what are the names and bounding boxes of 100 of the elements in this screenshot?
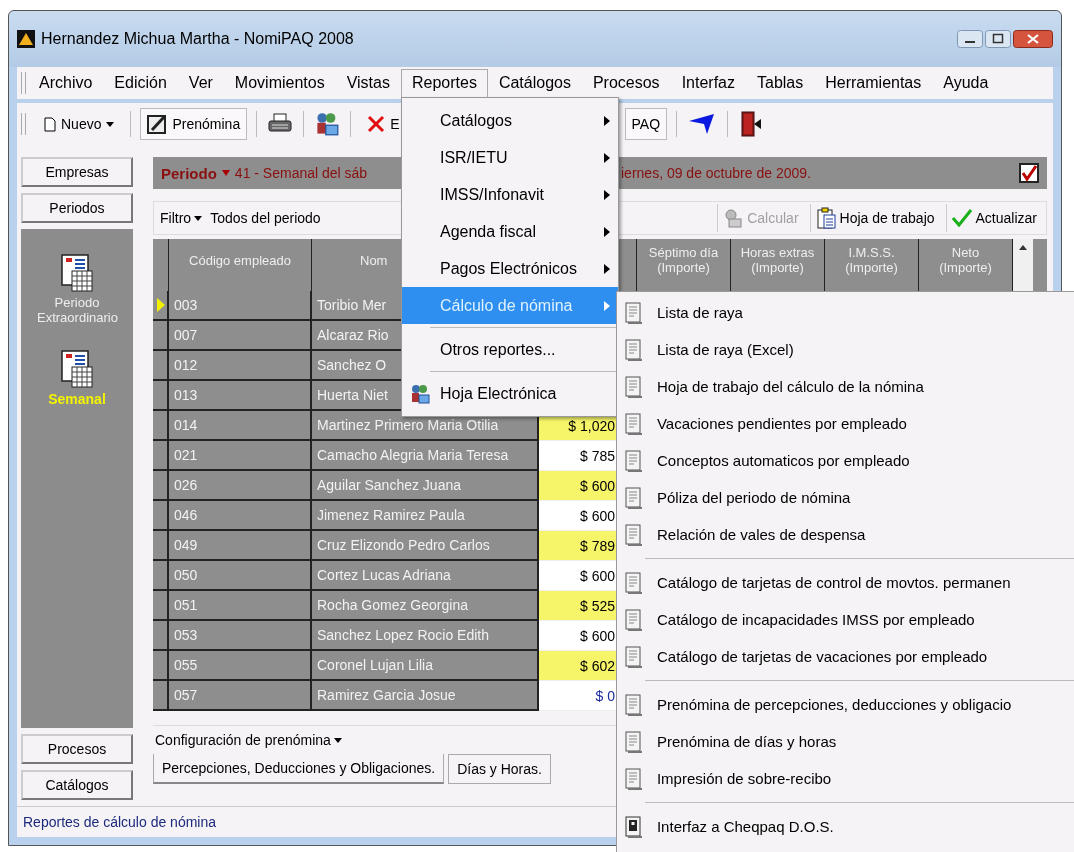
tab[interactable]: Días y Horas. — [448, 754, 551, 784]
spreadsheet-icon — [409, 383, 430, 404]
sidebar-button[interactable]: Periodos — [21, 193, 133, 223]
toolbar-button[interactable]: PAQ — [624, 108, 668, 140]
filter-dropdown[interactable]: Filtro — [158, 208, 205, 228]
calendar-book-icon[interactable] — [60, 349, 94, 389]
table-cell: $ 789 — [539, 531, 617, 561]
submenu-arrow-icon — [603, 152, 610, 163]
sidebar-button[interactable]: Catálogos — [21, 770, 133, 800]
menu-entry[interactable]: Catálogo de incapacidades IMSS por empleado — [656, 611, 975, 628]
tab[interactable]: Percepciones, Deducciones y Obligaciones. — [153, 754, 445, 784]
maximize-icon[interactable] — [985, 30, 1011, 48]
caret-icon — [333, 737, 342, 743]
menu-entry[interactable]: Hoja de trabajo del cálculo de la nómina — [656, 378, 924, 395]
status-text: Reportes de cálculo de nómina — [23, 814, 216, 830]
prenomina-button[interactable]: Prenómina — [140, 108, 248, 140]
menu-entry[interactable]: Póliza del periodo de nómina — [656, 489, 851, 506]
caret-icon — [194, 215, 203, 221]
caret-icon — [106, 121, 115, 127]
menu-item[interactable]: Vistas — [335, 69, 401, 97]
table-cell: 046 — [169, 501, 312, 531]
table-cell: 014 — [169, 411, 312, 441]
menu-entry[interactable]: IMSS/Infonavit — [401, 176, 618, 213]
menu-item[interactable]: Procesos — [581, 69, 671, 97]
menu-entry[interactable]: ISR/IETU — [401, 139, 618, 176]
table-cell: 057 — [169, 681, 312, 711]
menu-item[interactable]: Interfaz — [670, 69, 746, 97]
table-cell: 026 — [169, 471, 312, 501]
table-cell: 049 — [169, 531, 312, 561]
scroll-up-icon[interactable] — [1019, 245, 1027, 250]
menu-item[interactable]: Ayuda — [932, 69, 1000, 97]
document-icon — [44, 116, 56, 132]
menu-entry[interactable]: Interfaz a Cheqpaq D.O.S. — [656, 818, 834, 835]
table-cell: Cruz Elizondo Pedro Carlos — [312, 531, 539, 561]
menu-item[interactable]: Ver — [177, 69, 224, 97]
menu-entry[interactable]: Relación de vales de despensa — [656, 526, 866, 543]
close-icon[interactable] — [1013, 30, 1053, 48]
menu-entry[interactable]: Pagos Electrónicos — [401, 250, 618, 287]
scrollbar[interactable] — [1013, 239, 1033, 291]
menu-item[interactable]: Archivo — [28, 69, 104, 97]
menu-entry[interactable]: Lista de raya (Excel) — [656, 341, 794, 358]
interface-icon — [624, 815, 643, 838]
app-logo-icon — [17, 30, 35, 48]
table-cell: $ 0 — [539, 681, 617, 711]
table-cell: Jimenez Ramirez Paula — [312, 501, 539, 531]
clipboard-icon — [815, 207, 836, 229]
report-icon — [624, 608, 643, 631]
menu-entry[interactable]: Lista de raya — [656, 304, 743, 321]
action-button[interactable]: Actualizar — [945, 204, 1042, 232]
table-cell: $ 602 — [539, 651, 617, 681]
menu-item[interactable]: Edición — [103, 69, 178, 97]
checkbox[interactable] — [1019, 163, 1039, 183]
table-cell: $ 600 — [539, 501, 617, 531]
menu-item[interactable]: Catálogos — [487, 69, 582, 97]
new-button[interactable]: Nuevo — [37, 108, 122, 140]
menu-entry[interactable]: Catálogo de tarjetas de vacaciones por empleado — [656, 648, 988, 665]
table-cell: $ 600 — [539, 621, 617, 651]
report-icon — [624, 523, 643, 546]
menu-item[interactable]: Herramientas — [814, 69, 933, 97]
menu-entry[interactable]: Prenómina de días y horas — [656, 733, 837, 750]
table-cell: Cortez Lucas Adriana — [312, 561, 539, 591]
table-cell: 003 — [169, 291, 312, 321]
report-icon — [624, 767, 643, 790]
table-cell: Ramirez Garcia Josue — [312, 681, 539, 711]
sidebar-button[interactable]: Procesos — [21, 734, 133, 764]
menu-entry[interactable]: Impresión de sobre-recibo — [656, 770, 832, 787]
menu-entry[interactable]: Vacaciones pendientes por empleado — [656, 415, 907, 432]
table-cell: Camacho Alegria Maria Teresa — [312, 441, 539, 471]
table-cell: 007 — [169, 321, 312, 351]
menu-entry[interactable]: Agenda fiscal — [401, 213, 618, 250]
exit-door-icon[interactable] — [739, 111, 764, 137]
filter-value: Todos del periodo — [210, 210, 321, 226]
report-icon — [624, 338, 643, 361]
period-text: 41 - Semanal del sáb — [234, 165, 368, 181]
menu-item[interactable]: Reportes — [400, 69, 488, 97]
table-cell: 013 — [169, 381, 312, 411]
table-cell: 051 — [169, 591, 312, 621]
table-cell: $ 785 — [539, 441, 617, 471]
table-cell: 055 — [169, 651, 312, 681]
menu-entry[interactable]: Catálogo de tarjetas de control de movtos. permanen — [656, 574, 1011, 591]
menu-item[interactable]: Movimientos — [223, 69, 336, 97]
sidebar-button[interactable]: Empresas — [21, 157, 133, 187]
table-cell: 021 — [169, 441, 312, 471]
table-cell: $ 600 — [539, 471, 617, 501]
pencil-sheet-icon — [147, 114, 168, 134]
menu-entry[interactable]: Conceptos automaticos por empleado — [656, 452, 910, 469]
report-icon — [624, 693, 643, 716]
calendar-book-icon[interactable] — [60, 253, 94, 293]
menu-entry[interactable]: Prenómina de percepciones, deducciones y obligacio — [656, 696, 1012, 713]
submenu-arrow-icon — [603, 189, 610, 200]
config-dropdown[interactable]: Configuración de prenómina — [153, 730, 344, 750]
filter-arrow-icon[interactable] — [688, 112, 717, 136]
table-cell: Coronel Lujan Lilia — [312, 651, 539, 681]
submenu-arrow-icon — [603, 300, 610, 311]
row-indicator[interactable] — [153, 291, 169, 321]
action-button[interactable]: Hoja de trabajo — [809, 204, 940, 232]
minimize-icon[interactable] — [957, 30, 983, 48]
menu-item[interactable]: Tablas — [746, 69, 815, 97]
people-grid-icon[interactable] — [315, 112, 340, 136]
printer-icon[interactable] — [268, 113, 293, 135]
